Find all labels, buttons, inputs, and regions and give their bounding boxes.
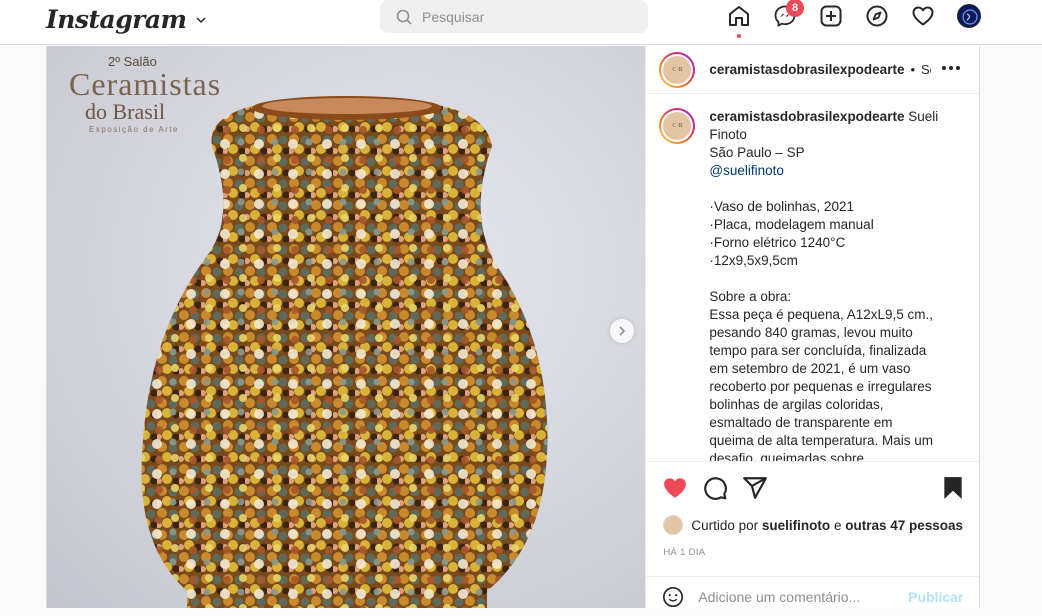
share-icon	[743, 477, 768, 499]
likes-middle: e	[833, 517, 842, 533]
profile-button[interactable]	[957, 4, 981, 28]
caption-line: Finoto	[709, 127, 747, 142]
caption-line: bolinhas de argilas coloridas,	[709, 397, 884, 412]
caption-line: ·Forno elétrico 1240°C	[709, 235, 846, 250]
explore-button[interactable]	[865, 4, 889, 28]
caption-username[interactable]: ceramistasdobrasilexpodearte	[709, 109, 904, 124]
emoji-icon[interactable]	[662, 586, 684, 608]
next-image-button[interactable]	[610, 319, 634, 343]
likes-prefix: Curtido por	[691, 517, 759, 533]
more-options-icon[interactable]	[941, 58, 961, 78]
messages-badge: 8	[786, 0, 804, 17]
likes-summary[interactable]: Curtido por suelifinoto e outras 47 pess…	[663, 515, 963, 535]
new-post-button[interactable]	[819, 4, 843, 28]
active-indicator-dot	[737, 34, 741, 38]
post-timestamp[interactable]: HÁ 1 DIA	[663, 547, 705, 558]
header-separator: •	[910, 62, 916, 77]
watermark-line4: Exposição de Arte	[89, 125, 179, 134]
caption-line: ·Placa, modelagem manual	[709, 217, 874, 232]
liker-username[interactable]: suelifinoto	[762, 518, 830, 533]
search-input[interactable]	[422, 8, 632, 25]
exhibition-watermark: 2º Salão Ceramistas do Brasil Exposição …	[69, 54, 221, 134]
likes-others-link[interactable]: outras 47 pessoas	[845, 518, 963, 533]
logo-text: Instagram	[46, 5, 187, 34]
caption-author-avatar[interactable]: C·B	[659, 108, 696, 144]
explore-icon	[866, 5, 888, 27]
top-navigation: Instagram 8	[0, 0, 1042, 45]
watermark-line3: do Brasil	[85, 99, 166, 124]
caption-line: desafio, queimadas sobre	[709, 451, 864, 461]
comment-icon	[704, 477, 728, 500]
chevron-right-icon	[619, 326, 626, 336]
liked-heart-icon	[664, 478, 687, 498]
comment-button[interactable]	[702, 475, 728, 501]
home-button[interactable]	[727, 4, 751, 38]
caption-line: Essa peça é pequena, A12xL9,5 cm.,	[709, 307, 934, 322]
publish-button[interactable]: Publicar	[908, 589, 963, 605]
author-username[interactable]: ceramistasdobrasilexpodearte	[709, 62, 904, 77]
post-card: 2º Salão Ceramistas do Brasil Exposição …	[46, 46, 980, 608]
saved-bookmark-icon	[944, 477, 963, 499]
comment-input[interactable]	[698, 588, 899, 605]
activity-button[interactable]	[911, 4, 935, 28]
caption-line: esmaltado de transparente em	[709, 415, 893, 430]
post-actions	[646, 461, 980, 513]
instagram-logo[interactable]: Instagram	[46, 5, 207, 34]
new-post-icon	[820, 5, 842, 27]
caption-line: ·Vaso de bolinhas, 2021	[709, 199, 854, 214]
caption-line: Sobre a obra:	[709, 289, 792, 304]
search-icon	[396, 9, 412, 25]
caption-line: recoberto por pequenas e irregulares	[709, 379, 932, 394]
liker-avatar	[663, 515, 684, 535]
comment-bar: Publicar	[646, 576, 980, 616]
profile-avatar	[957, 4, 981, 28]
post-sidebar: C·B ceramistasdobrasilexpodearte • Segui…	[645, 46, 980, 608]
share-button[interactable]	[742, 475, 768, 501]
follow-button[interactable]: Seguir	[921, 62, 931, 77]
search-box[interactable]	[380, 0, 648, 33]
chevron-down-icon[interactable]	[195, 14, 207, 26]
post-image[interactable]: 2º Salão Ceramistas do Brasil Exposição …	[47, 46, 646, 608]
caption-area: C·B ceramistasdobrasilexpodearte Sueli F…	[646, 95, 979, 461]
watermark-line2: Ceramistas	[69, 66, 222, 102]
post-header: C·B ceramistasdobrasilexpodearte • Segui…	[646, 46, 979, 94]
home-icon	[729, 6, 749, 26]
like-button[interactable]	[662, 475, 688, 501]
caption-line: pesando 840 gramas, levou muito	[709, 325, 913, 340]
messenger-button[interactable]: 8	[773, 0, 804, 28]
caption-line: São Paulo – SP	[709, 145, 805, 160]
save-button[interactable]	[940, 475, 966, 501]
caption-line: ·12x9,5x9,5cm	[709, 253, 798, 268]
caption-line: queima de alta temperatura. Mais um	[709, 433, 933, 448]
caption-line: tempo para ser concluída, finalizada	[709, 343, 927, 358]
activity-heart-icon	[912, 6, 934, 26]
caption-line: em setembro de 2021, é um vaso	[709, 361, 911, 376]
caption-mention-link[interactable]: @suelifinoto	[709, 162, 953, 180]
caption-text: ceramistasdobrasilexpodearte Sueli Finot…	[709, 108, 953, 461]
caption-line: Sueli	[908, 109, 939, 124]
author-avatar[interactable]: C·B	[659, 51, 696, 88]
